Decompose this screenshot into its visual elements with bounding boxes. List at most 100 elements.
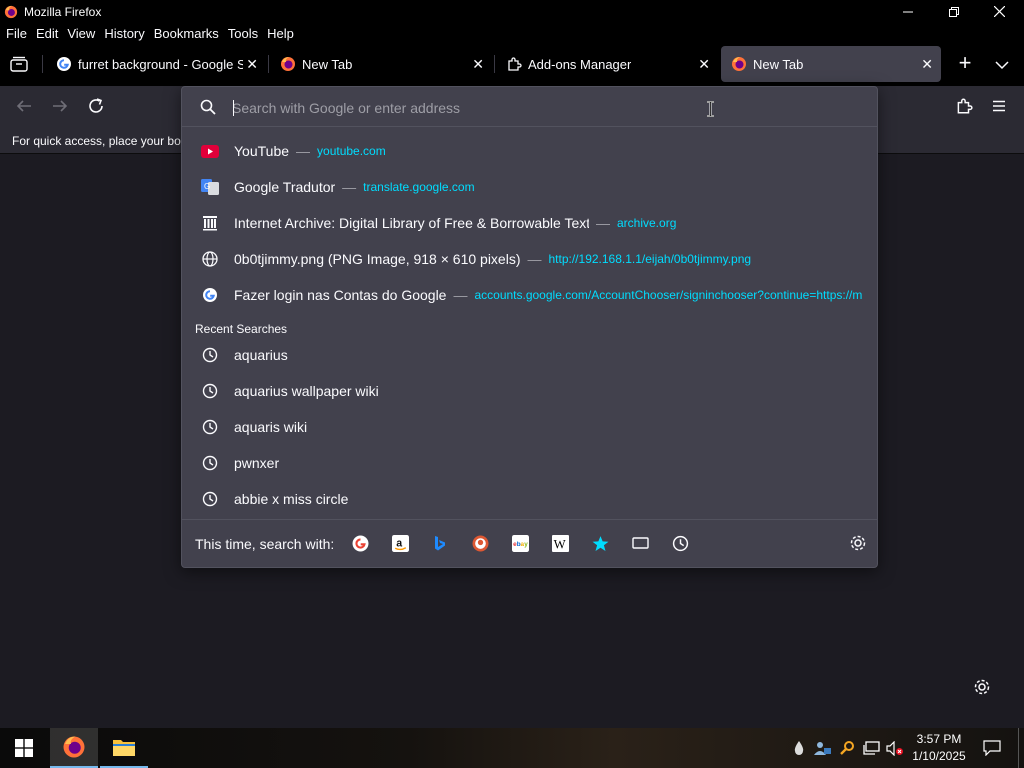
youtube-icon — [200, 141, 220, 161]
gear-icon — [850, 535, 866, 551]
suggestion-row[interactable]: Internet Archive: Digital Library of Fre… — [190, 205, 871, 241]
taskbar-clock[interactable]: 3:57 PM 1/10/2025 — [904, 731, 974, 765]
personalize-settings-button[interactable] — [973, 678, 991, 701]
start-button[interactable] — [0, 728, 48, 768]
tray-dropbox-icon[interactable] — [790, 728, 808, 768]
bookmarks-search-button[interactable] — [589, 532, 611, 554]
minimize-button[interactable] — [885, 0, 931, 23]
tab-close-icon[interactable]: ✕ — [472, 56, 484, 73]
list-all-tabs-button[interactable] — [995, 57, 1009, 75]
svg-text:W: W — [553, 537, 566, 551]
tab-close-icon[interactable]: ✕ — [921, 56, 933, 73]
recent-search-row[interactable]: aquarius wallpaper wiki — [190, 373, 871, 409]
tabs-icon — [631, 537, 649, 549]
new-tab-button[interactable]: + — [955, 52, 975, 74]
suggestion-row[interactable]: Fazer login nas Contas do Google — accou… — [190, 277, 871, 313]
recent-search-text: abbie x miss circle — [234, 491, 349, 507]
menu-tools[interactable]: Tools — [228, 26, 258, 41]
menu-file[interactable]: File — [6, 26, 27, 41]
menu-bookmarks[interactable]: Bookmarks — [154, 26, 219, 41]
recent-search-text: aquarius wallpaper wiki — [234, 383, 379, 399]
suggestion-title: Fazer login nas Contas do Google — [234, 287, 447, 303]
wikipedia-engine-button[interactable]: W — [549, 532, 571, 554]
suggestion-separator: — — [596, 215, 610, 231]
taskbar-file-explorer[interactable] — [100, 728, 148, 768]
restore-button[interactable] — [931, 0, 977, 23]
google-icon — [56, 56, 72, 72]
history-search-button[interactable] — [669, 532, 691, 554]
taskbar-firefox[interactable] — [50, 728, 98, 768]
tab-close-icon[interactable]: ✕ — [246, 56, 258, 73]
folder-icon — [113, 740, 135, 756]
suggestion-row[interactable]: G Google Tradutor — translate.google.com — [190, 169, 871, 205]
chevron-down-icon — [995, 61, 1009, 70]
tray-network-icon[interactable] — [861, 728, 881, 768]
search-settings-button[interactable] — [847, 532, 869, 554]
ebay-icon: ebay — [511, 534, 529, 552]
menu-help[interactable]: Help — [267, 26, 294, 41]
tray-search-key-icon[interactable] — [837, 728, 857, 768]
menu-edit[interactable]: Edit — [36, 26, 58, 41]
extensions-button[interactable] — [955, 97, 973, 120]
recent-search-row[interactable]: abbie x miss circle — [190, 481, 871, 517]
recent-search-row[interactable]: pwnxer — [190, 445, 871, 481]
history-clock-icon — [200, 381, 220, 401]
tabs-search-button[interactable] — [629, 532, 651, 554]
tab-label: furret background - Google Sea — [78, 56, 243, 72]
tab-new-tab-active[interactable]: New Tab ✕ — [721, 46, 941, 82]
tab-addons-manager[interactable]: Add-ons Manager ✕ — [496, 46, 718, 82]
clock-time: 3:57 PM — [916, 732, 962, 746]
search-icon — [200, 99, 216, 120]
tab-close-icon[interactable]: ✕ — [698, 56, 710, 73]
firefox-view-button[interactable] — [10, 56, 30, 76]
recent-search-row[interactable]: aquarius — [190, 337, 871, 373]
ebay-engine-button[interactable]: ebay — [509, 532, 531, 554]
tab-furret-background[interactable]: furret background - Google Sea ✕ — [46, 46, 266, 82]
tab-new-tab-1[interactable]: New Tab ✕ — [270, 46, 492, 82]
menu-view[interactable]: View — [67, 26, 95, 41]
menu-history[interactable]: History — [104, 26, 144, 41]
suggestion-title: Google Tradutor — [234, 179, 336, 195]
archive-icon — [200, 213, 220, 233]
tray-volume-muted-icon[interactable] — [885, 728, 905, 768]
windows-taskbar: 3:57 PM 1/10/2025 — [0, 728, 1024, 768]
duckduckgo-engine-button[interactable] — [469, 532, 491, 554]
suggestion-row[interactable]: 0b0tjimmy.png (PNG Image, 918 × 610 pixe… — [190, 241, 871, 277]
history-clock-icon — [200, 417, 220, 437]
action-center-button[interactable] — [978, 728, 1006, 768]
history-clock-icon — [200, 453, 220, 473]
suggestion-title: Internet Archive: Digital Library of Fre… — [234, 215, 589, 231]
arrow-right-icon — [53, 100, 68, 112]
firefox-icon — [731, 56, 747, 72]
title-bar: Mozilla Firefox — [0, 0, 1024, 23]
wikipedia-icon: W — [551, 534, 569, 552]
duckduckgo-icon — [472, 535, 488, 551]
suggestion-row[interactable]: YouTube — youtube.com — [190, 133, 871, 169]
suggestion-url: archive.org — [617, 216, 677, 230]
recent-searches-header: Recent Searches — [195, 322, 288, 336]
google-engine-button[interactable] — [349, 532, 371, 554]
gear-icon — [974, 679, 990, 695]
reload-button[interactable] — [87, 97, 105, 120]
url-input[interactable] — [232, 97, 832, 119]
close-window-button[interactable] — [976, 0, 1022, 23]
google-icon — [200, 285, 220, 305]
bing-icon — [435, 535, 445, 550]
recent-search-text: pwnxer — [234, 455, 280, 471]
suggestion-separator: — — [296, 143, 311, 159]
tab-label: New Tab — [753, 56, 804, 72]
amazon-engine-button[interactable]: a — [389, 532, 411, 554]
app-menu-button[interactable] — [992, 99, 1006, 117]
svg-text:a: a — [396, 537, 402, 549]
show-desktop-button[interactable] — [1018, 728, 1019, 768]
svg-text:y: y — [524, 541, 528, 548]
bing-engine-button[interactable] — [429, 532, 451, 554]
suggestion-url: accounts.google.com/AccountChooser/signi… — [474, 288, 863, 302]
firefox-icon — [280, 56, 296, 72]
tray-people-icon[interactable] — [813, 728, 833, 768]
puzzle-icon — [506, 56, 522, 72]
forward-button[interactable] — [51, 98, 69, 119]
back-button[interactable] — [15, 98, 33, 119]
recent-search-row[interactable]: aquaris wiki — [190, 409, 871, 445]
clock-date: 1/10/2025 — [912, 749, 966, 763]
